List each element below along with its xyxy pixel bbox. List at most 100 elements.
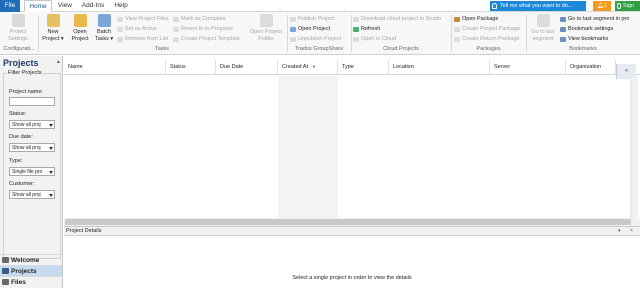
column-header-due-date[interactable]: Due Date [216,60,278,75]
open-package-button[interactable]: Open Package [454,15,498,24]
project-name-label: Project name: [9,89,43,95]
go-to-last-segment-in-project-label: Go to last segment in pro [568,16,630,22]
nav-projects-label: Projects [11,268,37,275]
project-name-input[interactable] [9,97,55,106]
status-select[interactable]: Show all proj [9,120,55,129]
set-as-active-button[interactable]: Set as Active [117,25,157,34]
groupshare-open-project-button[interactable]: Open Project [290,25,330,34]
batch-tasks-button[interactable]: Batch Tasks ▾ [93,14,115,42]
due-date-select[interactable]: Show all proj [9,143,55,152]
create-return-package-button[interactable]: Create Return Package [454,35,519,44]
folder-icon [259,14,273,27]
cloud-icon [353,37,359,42]
refresh-button[interactable]: Refresh [353,25,380,34]
notifications-button[interactable]: 🔔︎1 [593,1,611,11]
new-project-icon [46,14,60,27]
new-project-button[interactable]: New Project ▾ [40,14,66,42]
horizontal-scrollbar-thumb[interactable] [65,219,631,225]
column-header-organization[interactable]: Organization [566,60,616,75]
customer-select-value: Show all proj [12,192,41,198]
revert-to-in-progress-button[interactable]: Revert to In Progress [173,25,233,34]
nav-files[interactable]: Files [0,276,62,287]
bookmark-settings-button[interactable]: Bookmark settings [560,25,613,34]
view-project-files-label: View Project Files [125,16,169,22]
package-icon [454,17,460,22]
tell-me-search[interactable]: Tell me what you want to do... [490,1,586,11]
close-icon[interactable]: × [630,228,633,234]
type-select[interactable]: Single file pro [9,167,55,176]
column-header-server[interactable]: Server [490,60,566,75]
collapse-up-icon[interactable]: ▲ [56,59,61,65]
tab-add-ins[interactable]: Add-Ins [79,0,107,12]
open-project-folder-label-1: Open Project [249,29,283,35]
create-project-template-button[interactable]: Create Project Template [173,35,240,44]
column-header-name[interactable]: Name [64,60,166,75]
open-project-folder-button[interactable]: Open Project Folder [246,14,286,42]
download-cloud-project-button[interactable]: Download cloud project in Studio [353,15,441,24]
mark-as-complete-label: Mark as Complete [181,16,226,22]
filter-projects-group: Filter Projects Project name: Status: Sh… [3,70,61,259]
column-header-status[interactable]: Status [166,60,216,75]
type-label: Type: [9,158,23,164]
revert-to-in-progress-label: Revert to In Progress [181,26,233,32]
publish-project-button[interactable]: Publish Project [290,15,335,24]
sort-descending-icon: ▼ [312,64,316,69]
open-in-cloud-button[interactable]: Open in Cloud [353,35,396,44]
group-label-cloud-projects: Cloud Projects [383,46,419,52]
create-project-package-button[interactable]: Create Project Package [454,25,520,34]
return-package-icon [454,37,460,42]
status-select-value: Show all proj [12,122,41,128]
grid-header: Name Status Due Date Created At Type Loc… [64,60,640,79]
sign-in-button[interactable]: Sign [615,1,640,11]
person-icon [617,3,621,9]
groupshare-open-project-label: Open Project [298,26,331,32]
open-project-folder-label-2: Folder [258,35,274,42]
vertical-scrollbar[interactable] [630,76,638,226]
column-header-created-at[interactable]: Created At [278,60,338,75]
tab-view[interactable]: View [56,0,74,12]
lightbulb-icon [492,3,497,9]
project-details-title: Project Details [66,228,102,234]
chevron-down-icon [49,124,53,127]
settings-icon [11,14,25,27]
due-date-select-value: Show all proj [12,145,41,151]
open-project-button[interactable]: Open Project [68,14,92,42]
nav-welcome[interactable]: Welcome [0,254,62,265]
customer-select[interactable]: Show all proj [9,190,55,199]
unpublish-project-label: Unpublish Project [298,36,342,42]
remove-from-list-button[interactable]: Remove from List [117,35,168,44]
column-header-type[interactable]: Type [338,60,389,75]
tab-file[interactable]: File [0,0,20,12]
open-package-label: Open Package [462,16,499,22]
set-as-active-label: Set as Active [125,26,157,32]
revert-icon [173,27,179,32]
group-label-trados-groupshare: Trados GroupShare [294,46,344,52]
horizontal-scrollbar-track[interactable] [64,218,640,226]
view-project-files-button[interactable]: View Project Files [117,15,169,24]
view-bookmarks-label: View bookmarks [568,36,609,42]
notification-count: 1 [603,3,608,9]
open-project-label-1: Open [73,29,87,35]
tell-me-text: Tell me what you want to do... [500,3,573,9]
unpublish-project-button[interactable]: Unpublish Project [290,35,341,44]
tab-help[interactable]: Help [112,0,130,12]
column-header-location[interactable]: Location [389,60,490,75]
go-to-last-segment-button[interactable]: Go to last segment [528,14,558,42]
go-to-segment-icon [536,14,550,27]
ribbon: Project Settings Configurati... New Proj… [0,12,640,55]
project-settings-button[interactable]: Project Settings [3,14,33,42]
go-to-last-segment-label-2: segment [532,35,554,42]
ribbon-tab-bar: File Home View Add-Ins Help Tell me what… [0,0,640,12]
remove-icon [117,37,123,42]
project-details-message: Select a single project in order to view… [292,275,412,281]
create-return-package-label: Create Return Package [462,36,520,42]
mark-as-complete-button[interactable]: Mark as Complete [173,15,226,24]
nav-projects[interactable]: Projects [0,265,62,276]
projects-icon [2,268,9,274]
view-bookmarks-button[interactable]: View bookmarks [560,35,608,44]
check-icon [117,27,123,32]
pin-icon[interactable]: ▾ [618,228,621,234]
project-details-pane: Project Details ▾ × Select a single proj… [64,226,640,288]
go-to-last-segment-in-project-button[interactable]: Go to last segment in pro [560,15,629,24]
tab-home[interactable]: Home [24,0,52,12]
